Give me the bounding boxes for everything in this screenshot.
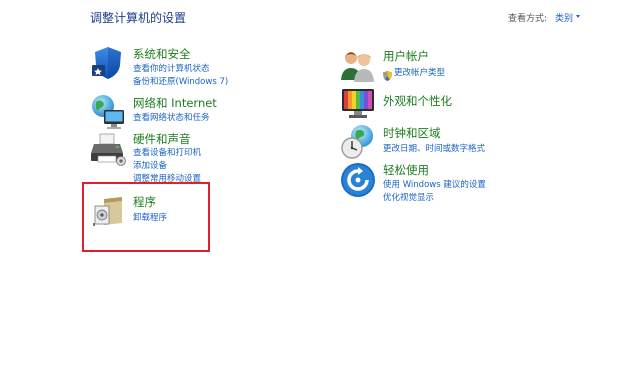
- users-icon[interactable]: [340, 48, 376, 84]
- link-add-device[interactable]: 添加设备: [133, 159, 167, 171]
- category-title[interactable]: 系统和安全: [133, 46, 191, 62]
- category-title[interactable]: 外观和个性化: [383, 93, 452, 109]
- ease-of-access-icon[interactable]: [340, 162, 376, 198]
- link-view-network-status[interactable]: 查看网络状态和任务: [133, 111, 210, 123]
- chevron-down-icon[interactable]: [576, 15, 580, 18]
- link-view-devices-printers[interactable]: 查看设备和打印机: [133, 146, 201, 158]
- page-title: 调整计算机的设置: [90, 11, 187, 25]
- monitor-palette-icon[interactable]: [340, 86, 376, 122]
- category-title[interactable]: 用户帐户: [383, 48, 429, 64]
- category-title[interactable]: 轻松使用: [383, 162, 429, 178]
- printer-icon[interactable]: [90, 131, 126, 167]
- link-view-computer-status[interactable]: 查看你的计算机状态: [133, 62, 210, 74]
- view-by-label: 查看方式:: [508, 14, 548, 24]
- network-globe-icon[interactable]: [90, 94, 126, 130]
- link-change-date-time-format[interactable]: 更改日期、时间或数字格式: [383, 142, 485, 154]
- shield-icon[interactable]: [90, 45, 126, 81]
- view-by-dropdown[interactable]: 类别: [555, 11, 573, 24]
- category-title[interactable]: 硬件和声音: [133, 131, 191, 147]
- highlight-box: [82, 182, 210, 252]
- category-title[interactable]: 时钟和区域: [383, 125, 441, 141]
- link-optimize-visual-display[interactable]: 优化视觉显示: [383, 191, 434, 203]
- link-windows-suggested-settings[interactable]: 使用 Windows 建议的设置: [383, 178, 486, 190]
- clock-globe-icon[interactable]: [340, 124, 376, 160]
- link-backup-restore[interactable]: 备份和还原(Windows 7): [133, 75, 228, 87]
- category-title[interactable]: 网络和 Internet: [133, 95, 217, 111]
- uac-shield-icon: [383, 66, 392, 81]
- link-change-account-type[interactable]: 更改帐户类型: [394, 66, 445, 78]
